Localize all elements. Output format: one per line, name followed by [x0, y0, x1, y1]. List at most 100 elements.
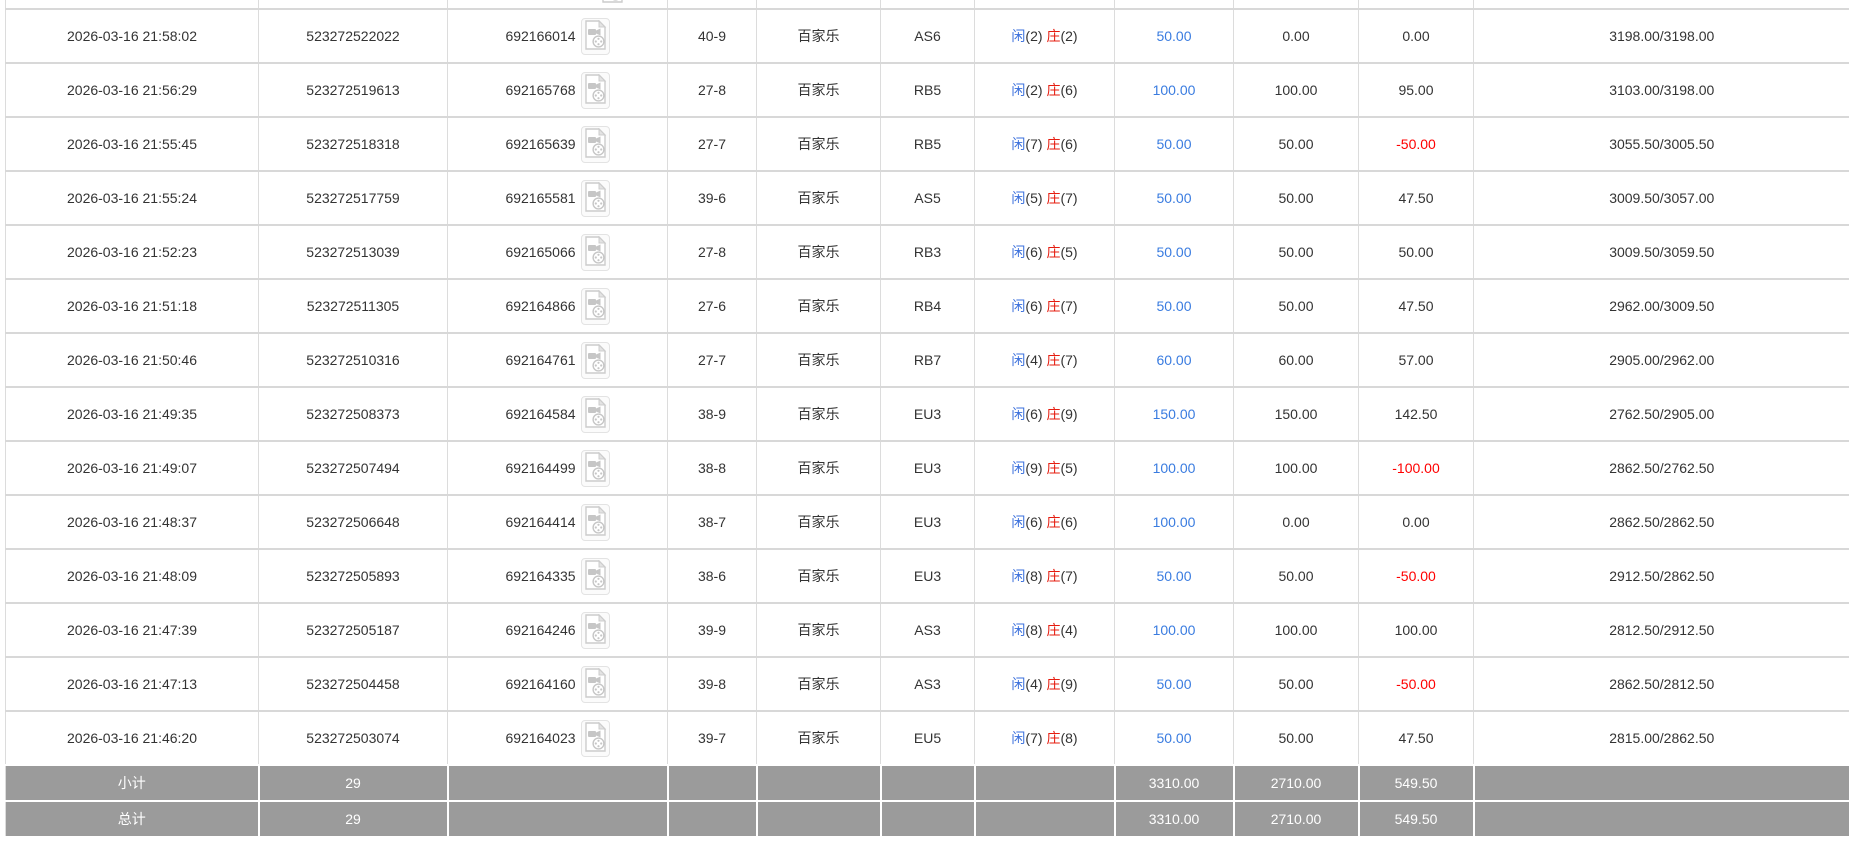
player-score: (8)	[1025, 568, 1042, 584]
bet-amount-link[interactable]: 100.00	[1115, 603, 1234, 657]
valid-amount: 100.00	[1234, 603, 1359, 657]
bet-amount-link[interactable]: 150.00	[1115, 387, 1234, 441]
game-result: 闲(6) 庄(7)	[975, 279, 1115, 333]
video-replay-button[interactable]	[581, 180, 610, 217]
player-score: (2)	[1025, 82, 1042, 98]
video-replay-button[interactable]	[581, 396, 610, 433]
empty-cell	[881, 0, 975, 9]
table-round: 38-9	[668, 387, 757, 441]
video-replay-button[interactable]	[581, 18, 610, 55]
game-type: 百家乐	[757, 711, 881, 765]
game-type: 百家乐	[757, 225, 881, 279]
bet-amount-link[interactable]: 50.00	[1115, 711, 1234, 765]
video-replay-button[interactable]	[581, 234, 610, 271]
game-number: 692164246	[505, 622, 575, 638]
game-result: 闲(7) 庄(8)	[975, 711, 1115, 765]
video-replay-icon	[584, 182, 607, 212]
video-replay-icon	[584, 668, 607, 698]
bet-amount-link[interactable]: 100.00	[1115, 63, 1234, 117]
order-number: 523272510316	[259, 333, 448, 387]
banker-score: (6)	[1060, 82, 1077, 98]
game-number: 692164584	[505, 406, 575, 422]
banker-score: (9)	[1060, 676, 1077, 692]
video-replay-button[interactable]	[581, 558, 610, 595]
bet-amount-link[interactable]: 50.00	[1115, 657, 1234, 711]
video-replay-button[interactable]	[581, 72, 610, 109]
game-result: 闲(6) 庄(9)	[975, 387, 1115, 441]
balance: 2912.50/2862.50	[1474, 549, 1849, 603]
game-result: 闲(8) 庄(7)	[975, 549, 1115, 603]
valid-amount: 50.00	[1234, 279, 1359, 333]
valid-amount: 50.00	[1234, 117, 1359, 171]
table-code: EU3	[881, 441, 975, 495]
summary-bet-total: 3310.00	[1115, 801, 1234, 836]
balance: 3103.00/3198.00	[1474, 63, 1849, 117]
table-code: RB3	[881, 225, 975, 279]
bet-amount-link[interactable]: 50.00	[1115, 9, 1234, 63]
player-label: 闲	[1011, 244, 1025, 260]
video-replay-icon	[584, 236, 607, 266]
table-round: 27-8	[668, 63, 757, 117]
banker-score: (5)	[1060, 460, 1077, 476]
empty-cell	[757, 765, 881, 801]
table-row: 2026-03-16 21:50:46523272510316692164761…	[6, 333, 1849, 387]
game-type: 百家乐	[757, 171, 881, 225]
video-replay-button[interactable]	[581, 288, 610, 325]
win-loss: -50.00	[1359, 549, 1474, 603]
video-replay-button[interactable]	[581, 504, 610, 541]
game-result: 闲(2) 庄(2)	[975, 9, 1115, 63]
bet-amount-link[interactable]: 100.00	[1115, 495, 1234, 549]
bet-amount-link[interactable]: 100.00	[1115, 441, 1234, 495]
player-label: 闲	[1011, 514, 1025, 530]
bet-amount-link[interactable]: 50.00	[1115, 279, 1234, 333]
game-result: 闲(8) 庄(4)	[975, 603, 1115, 657]
bet-time: 2026-03-16 21:58:02	[6, 9, 259, 63]
empty-cell	[668, 801, 757, 836]
empty-cell	[1115, 0, 1234, 9]
video-replay-icon	[584, 128, 607, 158]
bet-time: 2026-03-16 21:48:37	[6, 495, 259, 549]
video-replay-button[interactable]	[581, 342, 610, 379]
game-number: 692165639	[505, 136, 575, 152]
video-replay-button[interactable]	[581, 126, 610, 163]
game-type: 百家乐	[757, 9, 881, 63]
win-loss: 0.00	[1359, 9, 1474, 63]
player-score: (4)	[1025, 676, 1042, 692]
order-number: 523272506648	[259, 495, 448, 549]
banker-label: 庄	[1046, 244, 1060, 260]
banker-score: (5)	[1060, 244, 1077, 260]
empty-cell	[448, 765, 668, 801]
table-round: 39-8	[668, 657, 757, 711]
player-score: (6)	[1025, 298, 1042, 314]
video-replay-button[interactable]	[581, 450, 610, 487]
banker-score: (9)	[1060, 406, 1077, 422]
valid-amount: 50.00	[1234, 657, 1359, 711]
valid-amount: 0.00	[1234, 495, 1359, 549]
table-round: 27-6	[668, 279, 757, 333]
bet-time: 2026-03-16 21:49:07	[6, 441, 259, 495]
player-score: (5)	[1025, 190, 1042, 206]
win-loss: 100.00	[1359, 603, 1474, 657]
video-replay-button[interactable]	[581, 612, 610, 649]
player-score: (9)	[1025, 460, 1042, 476]
bet-amount-link[interactable]: 50.00	[1115, 225, 1234, 279]
video-replay-icon	[584, 506, 607, 536]
table-round: 39-7	[668, 711, 757, 765]
player-label: 闲	[1011, 730, 1025, 746]
summary-valid-total: 2710.00	[1234, 765, 1359, 801]
player-label: 闲	[1011, 676, 1025, 692]
bet-time: 2026-03-16 21:52:23	[6, 225, 259, 279]
video-replay-button[interactable]	[581, 720, 610, 757]
video-replay-button[interactable]	[581, 666, 610, 703]
banker-label: 庄	[1046, 28, 1060, 44]
game-number-cell: 692164335	[448, 549, 668, 603]
banker-label: 庄	[1046, 460, 1060, 476]
bet-amount-link[interactable]: 50.00	[1115, 171, 1234, 225]
bet-amount-link[interactable]: 50.00	[1115, 549, 1234, 603]
game-result: 闲(4) 庄(7)	[975, 333, 1115, 387]
bet-amount-link[interactable]: 50.00	[1115, 117, 1234, 171]
game-number: 692164761	[505, 352, 575, 368]
banker-score: (2)	[1060, 28, 1077, 44]
table-row: 2026-03-16 21:46:20523272503074692164023…	[6, 711, 1849, 765]
bet-amount-link[interactable]: 60.00	[1115, 333, 1234, 387]
